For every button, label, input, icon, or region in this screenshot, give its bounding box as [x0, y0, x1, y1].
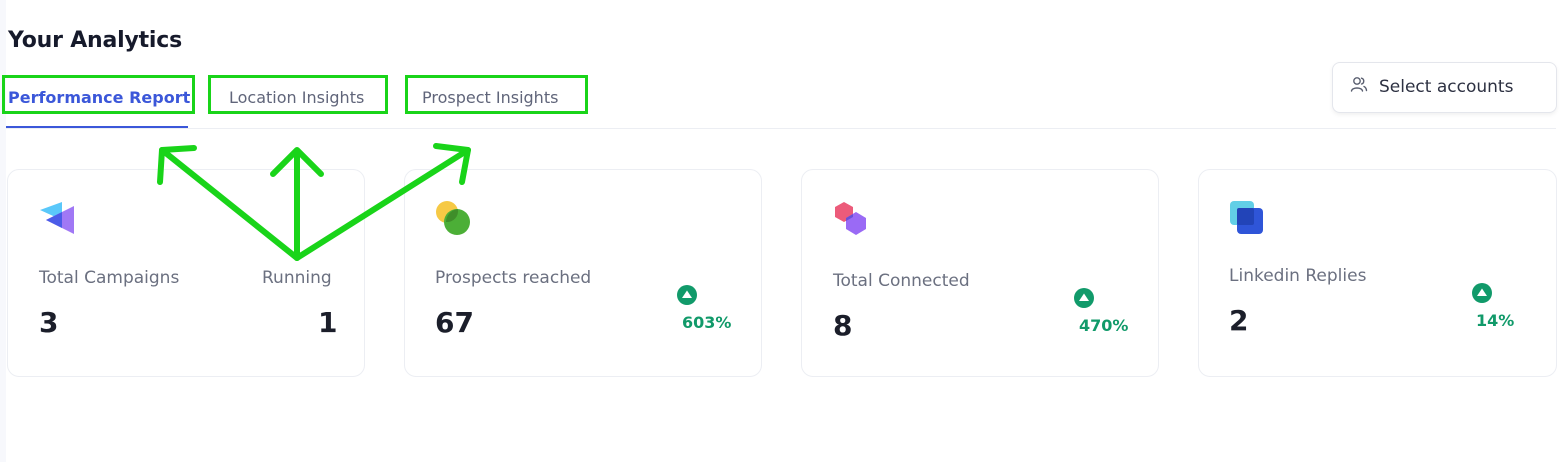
users-icon — [1349, 75, 1369, 99]
replies-trend-value: 14% — [1476, 311, 1515, 330]
prospects-reached-value: 67 — [435, 306, 474, 339]
trend-up-icon — [1074, 288, 1094, 308]
prospects-reached-label: Prospects reached — [435, 268, 592, 288]
prospects-trend-value: 603% — [682, 313, 732, 332]
prospects-icon — [433, 200, 473, 244]
card-total-connected: Total Connected 8 470% — [801, 169, 1159, 377]
card-total-campaigns: Total Campaigns 3 Running 1 — [7, 169, 365, 377]
card-linkedin-replies: Linkedin Replies 2 14% — [1198, 169, 1557, 377]
trend-up-icon — [1472, 283, 1492, 303]
page-title: Your Analytics — [8, 28, 183, 53]
total-campaigns-value: 3 — [39, 306, 59, 339]
tabs-divider — [6, 128, 1556, 129]
highlight-box-prospect — [405, 75, 588, 114]
card-prospects-reached: Prospects reached 67 603% — [404, 169, 762, 377]
total-connected-label: Total Connected — [833, 271, 970, 291]
trend-up-icon — [677, 285, 697, 305]
campaigns-icon — [38, 200, 78, 244]
select-accounts-label: Select accounts — [1379, 77, 1514, 97]
select-accounts-button[interactable]: Select accounts — [1332, 62, 1557, 113]
highlight-box-location — [208, 75, 388, 114]
left-edge-strip — [0, 0, 6, 462]
highlight-box-performance — [2, 75, 195, 114]
running-value: 1 — [318, 306, 338, 339]
linkedin-replies-value: 2 — [1229, 304, 1249, 337]
replies-icon — [1229, 200, 1269, 244]
connected-trend-value: 470% — [1079, 316, 1129, 335]
total-campaigns-label: Total Campaigns — [39, 268, 180, 288]
running-label: Running — [262, 268, 332, 288]
total-connected-value: 8 — [833, 309, 853, 342]
connected-icon — [832, 200, 872, 244]
linkedin-replies-label: Linkedin Replies — [1229, 266, 1367, 286]
